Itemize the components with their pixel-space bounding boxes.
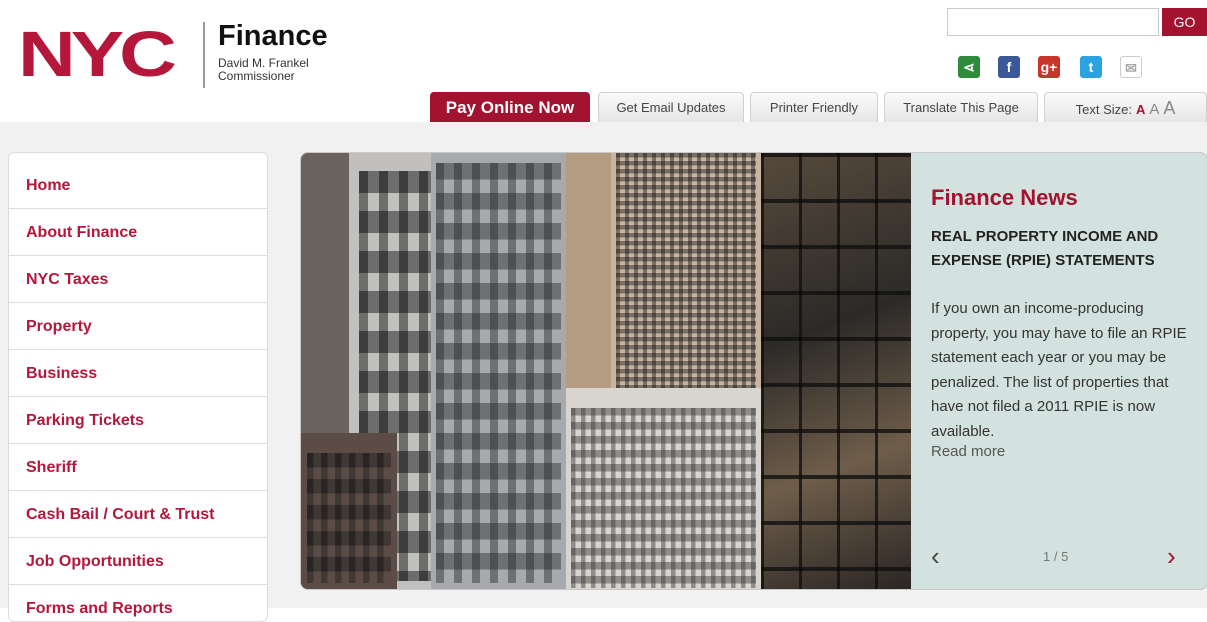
sidebar-item-business[interactable]: Business [9, 350, 267, 397]
chevron-right-icon[interactable]: › [1167, 543, 1176, 569]
news-body: If you own an income-producing property,… [931, 300, 1187, 440]
photo-windows [571, 408, 756, 588]
nyc-logo[interactable]: NYC [18, 22, 177, 86]
search-input[interactable] [947, 8, 1159, 36]
text-size-medium-button[interactable]: A [1149, 101, 1159, 118]
twitter-icon[interactable]: t [1080, 56, 1102, 78]
text-size-label: Text Size: [1075, 102, 1132, 117]
sidebar-item-parking-tickets[interactable]: Parking Tickets [9, 397, 267, 444]
sidebar-item-property[interactable]: Property [9, 303, 267, 350]
text-size-small-button[interactable]: A [1136, 102, 1145, 117]
news-headline[interactable]: REAL PROPERTY INCOME AND EXPENSE (RPIE) … [931, 225, 1191, 273]
photo-windows [307, 453, 391, 583]
chevron-left-icon[interactable]: ‹ [931, 543, 940, 569]
sidebar-item-nyc-taxes[interactable]: NYC Taxes [9, 256, 267, 303]
facebook-icon[interactable]: f [998, 56, 1020, 78]
sidebar-item-home[interactable]: Home [9, 153, 267, 209]
photo-windows [436, 163, 561, 583]
google-plus-icon[interactable]: g+ [1038, 56, 1060, 78]
email-icon[interactable]: ✉ [1120, 56, 1142, 78]
news-title: Finance News [931, 185, 1078, 210]
translate-tab[interactable]: Translate This Page [884, 92, 1038, 122]
printer-friendly-tab[interactable]: Printer Friendly [750, 92, 878, 122]
sidebar-item-sheriff[interactable]: Sheriff [9, 444, 267, 491]
skyscraper-photo[interactable] [301, 153, 911, 589]
email-updates-tab[interactable]: Get Email Updates [598, 92, 744, 122]
commissioner-role: Commissioner [218, 69, 295, 83]
read-more-link[interactable]: Read more [931, 443, 1005, 460]
text-size-tab: Text Size: A A A [1044, 92, 1207, 122]
photo-windows [616, 153, 756, 408]
photo-windows [761, 153, 911, 589]
news-slider: Finance News REAL PROPERTY INCOME AND EX… [300, 152, 1207, 590]
search-go-button[interactable]: GO [1162, 8, 1207, 36]
logo-divider [203, 22, 205, 88]
sidebar-item-about-finance[interactable]: About Finance [9, 209, 267, 256]
commissioner-info: David M. Frankel Commissioner [218, 57, 309, 83]
text-size-large-button[interactable]: A [1163, 98, 1175, 118]
site-header: NYC Finance David M. Frankel Commissione… [0, 0, 1207, 122]
sidebar-item-forms-reports[interactable]: Forms and Reports [9, 585, 267, 621]
news-panel: Finance News REAL PROPERTY INCOME AND EX… [911, 153, 1207, 589]
sidebar-item-cash-bail[interactable]: Cash Bail / Court & Trust [9, 491, 267, 538]
share-icon[interactable]: ⋖ [958, 56, 980, 78]
site-title: Finance [218, 20, 328, 52]
sidebar-item-job-opportunities[interactable]: Job Opportunities [9, 538, 267, 585]
slide-counter: 1 / 5 [1043, 549, 1069, 564]
pay-online-tab[interactable]: Pay Online Now [430, 92, 590, 122]
sidebar-nav: Home About Finance NYC Taxes Property Bu… [8, 152, 268, 622]
